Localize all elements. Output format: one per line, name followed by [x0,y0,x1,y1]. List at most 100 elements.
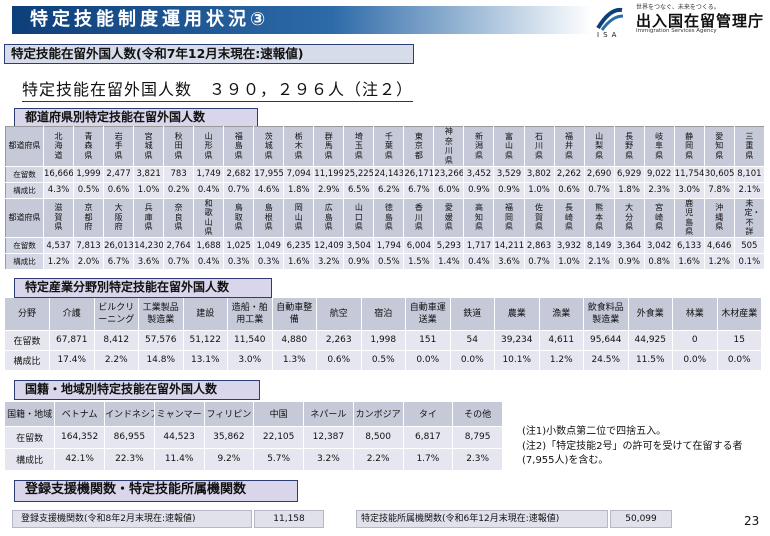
field-count: 8,412 [94,330,139,351]
prefecture-name: 徳島県 [373,198,405,238]
prefecture-name-text: 鳥取県 [234,203,243,232]
prefecture-ratio: 1.2% [704,253,735,270]
field-count: 2,263 [316,330,362,351]
prefecture-ratio: 4.6% [253,182,285,199]
prefecture-count: 4,537 [43,237,75,254]
field-count: 51,122 [183,330,228,351]
affiliated-org-label: 特定技能所属機関数(令和6年12月末現在:速報値) [356,510,608,528]
prefecture-name: 三重県 [734,126,766,167]
prefecture-name: 秋田県 [163,126,195,167]
field-ratio: 2.2% [94,350,139,371]
field-ratio: 17.4% [49,350,95,371]
field-count: 95,644 [583,330,629,351]
prefecture-name: 北海道 [43,126,75,167]
summary-heading: 特定技能在留外国人数(令和7年12月末現在:速報値) [4,44,414,64]
prefecture-name-text: 山形県 [204,131,213,160]
nationality-count: 8,795 [452,426,503,449]
prefecture-ratio: 1.8% [614,182,645,199]
prefecture-ratio: 0.6% [554,182,585,199]
prefecture-count: 2,863 [524,237,555,254]
nationality-name: 中国 [253,402,304,427]
note-1: (注1)小数点第二位で四捨五入。 [522,426,667,437]
prefecture-ratio: 0.9% [343,253,375,270]
count-row-header: 在留数 [5,237,44,254]
prefecture-name: 茨城県 [253,126,285,167]
prefecture-name-text: 徳島県 [384,203,393,232]
field-ratio: 3.0% [227,350,273,371]
prefecture-ratio: 2.0% [73,253,105,270]
prefecture-count: 2,262 [554,166,585,183]
prefecture-count: 3,821 [133,166,165,183]
prefecture-name-text: 茨城県 [264,131,273,160]
prefecture-name-text: 群馬県 [324,131,333,160]
field-count: 57,576 [138,330,184,351]
field-name: 造船・舶用工業 [227,298,273,331]
prefecture-ratio: 0.9% [493,182,525,199]
prefecture-ratio: 0.7% [584,182,615,199]
prefecture-ratio: 2.3% [644,182,675,199]
nationality-ratio: 2.2% [353,448,404,471]
prefecture-count: 1,688 [193,237,225,254]
nationality-ratio: 1.7% [403,448,454,471]
field-row-header: 分野 [5,298,50,331]
prefecture-name: 石川県 [524,126,555,167]
prefecture-row-header: 都道府県 [5,126,44,167]
field-count: 4,880 [272,330,317,351]
nationality-name: ネパール [303,402,354,427]
prefecture-name-text: 秋田県 [174,131,183,160]
prefecture-ratio: 0.2% [163,182,195,199]
page-title: 特定技能制度運用状況③ [12,6,592,34]
prefecture-ratio: 0.9% [614,253,645,270]
field-ratio-header: 構成比 [5,350,50,371]
nationality-ratio: 2.3% [452,448,503,471]
prefecture-name: 山口県 [343,198,375,238]
prefecture-name: 兵庫県 [133,198,165,238]
nationality-count: 86,955 [104,426,155,449]
count-row-header: 在留数 [5,166,44,183]
page-number: 23 [744,514,760,528]
prefecture-ratio: 1.6% [674,253,705,270]
field-name: 飲食料品製造業 [583,298,629,331]
prefecture-ratio: 1.6% [283,253,315,270]
prefecture-name: 岩手県 [103,126,135,167]
prefecture-ratio: 0.7% [223,182,255,199]
prefecture-name: 静岡県 [674,126,705,167]
prefecture-name: 富山県 [493,126,525,167]
field-name: 林業 [672,298,718,331]
prefecture-count: 5,293 [433,237,465,254]
prefecture-name: 広島県 [313,198,345,238]
prefecture-ratio: 3.6% [133,253,165,270]
prefecture-name-text: 長野県 [625,131,634,160]
nationality-name: ベトナム [54,402,105,427]
field-name-row: 分野 介護 ビルクリーニング 工業製品製造業 建設 造船・舶用工業 自動車整備 航空 宿泊 自動車… [5,298,762,331]
prefecture-ratio-row: 構成比 1.2% 2.0% 6.7% 3.6% 0.7% 0.4% 0.3% 0.3% 1.6% 3… [5,253,766,270]
prefecture-count: 7,094 [283,166,315,183]
prefecture-count: 23,266 [433,166,465,183]
prefecture-count: 11,754 [674,166,705,183]
prefecture-row-header: 都道府県 [5,198,44,238]
prefecture-count: 6,235 [283,237,315,254]
prefecture-count: 11,199 [313,166,345,183]
prefecture-name-text: 神奈川県 [444,127,453,165]
prefecture-name: 佐賀県 [524,198,555,238]
field-count: 39,234 [494,330,540,351]
prefecture-name-text: 栃木県 [294,131,303,160]
logo-english: Immigration Services Agency [636,28,717,34]
nationality-ratio: 42.1% [54,448,105,471]
prefecture-name: 長野県 [614,126,645,167]
prefecture-name-text: 岐阜県 [655,131,664,160]
field-count-row: 在留数 67,871 8,412 57,576 51,122 11,540 4,880 2,2… [5,330,762,351]
prefecture-count-row: 在留数 16,666 1,999 2,477 3,821 783 1,749 2,682 17,… [5,166,766,183]
agency-logo: 世界をつなぐ、未来をつくる。 出入国在留管理庁 Immigration Serv… [596,2,766,39]
prefecture-count: 4,646 [704,237,735,254]
prefecture-name: 滋賀県 [43,198,75,238]
field-name: 工業製品製造業 [138,298,184,331]
prefecture-name: 大分県 [614,198,645,238]
prefecture-name: 群馬県 [313,126,345,167]
prefecture-name: 福島県 [223,126,255,167]
prefecture-ratio: 0.7% [524,253,555,270]
field-count: 1,998 [361,330,406,351]
prefecture-name-text: 山梨県 [595,131,604,160]
prefecture-count: 3,529 [493,166,525,183]
field-ratio-row: 構成比 17.4% 2.2% 14.8% 13.1% 3.0% 1.3% 0.6% 0.5% 0.… [5,350,762,371]
